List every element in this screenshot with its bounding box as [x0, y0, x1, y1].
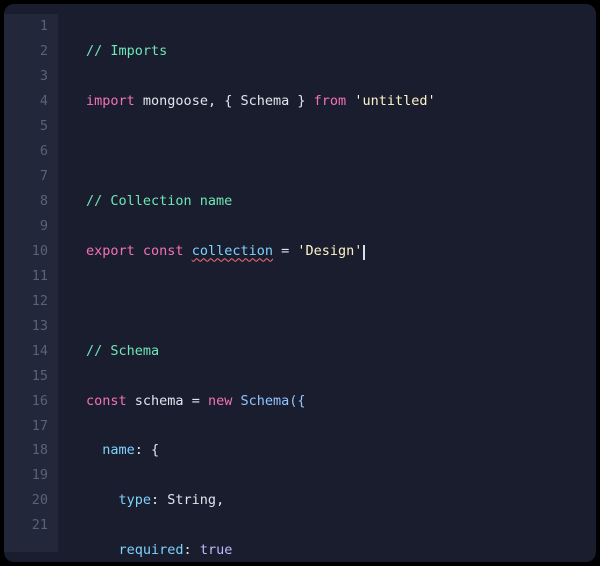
code-line: // Schema — [86, 339, 484, 364]
line-number: 7 — [18, 164, 48, 189]
property-type: type — [119, 492, 152, 508]
code-line: name: { — [86, 438, 484, 463]
line-number: 10 — [18, 239, 48, 264]
identifier: mongoose — [143, 93, 208, 109]
line-number: 3 — [18, 64, 48, 89]
line-number: 16 — [18, 389, 48, 414]
comment: // Schema — [86, 343, 159, 359]
code-line: import mongoose, { Schema } from 'untitl… — [86, 89, 484, 114]
code-line: type: String, — [86, 488, 484, 513]
line-number: 17 — [18, 414, 48, 439]
line-number: 14 — [18, 339, 48, 364]
code-area[interactable]: // Imports import mongoose, { Schema } f… — [58, 14, 484, 552]
string-literal: 'Design' — [297, 243, 362, 259]
code-line: // Collection name — [86, 189, 484, 214]
line-number: 13 — [18, 314, 48, 339]
code-line — [86, 289, 484, 314]
line-number: 21 — [18, 513, 48, 538]
comment: // Imports — [86, 43, 167, 59]
identifier: Schema — [240, 93, 289, 109]
code-line — [86, 139, 484, 164]
string-literal: 'untitled' — [354, 93, 435, 109]
code-line: const schema = new Schema({ — [86, 389, 484, 414]
line-number: 1 — [18, 14, 48, 39]
line-number: 20 — [18, 488, 48, 513]
code-line: // Imports — [86, 39, 484, 64]
line-number: 19 — [18, 463, 48, 488]
line-number: 12 — [18, 289, 48, 314]
keyword-import: import — [86, 93, 135, 109]
line-number: 6 — [18, 139, 48, 164]
line-number-gutter: 1 2 3 4 5 6 7 8 9 10 11 12 13 14 15 16 1… — [4, 14, 58, 552]
property-name: name — [102, 442, 135, 458]
keyword-new: new — [208, 393, 232, 409]
text-cursor — [363, 245, 365, 260]
line-number: 11 — [18, 264, 48, 289]
line-number: 15 — [18, 364, 48, 389]
literal-true: true — [200, 542, 233, 558]
line-number: 4 — [18, 89, 48, 114]
code-line: export const collection = 'Design' — [86, 239, 484, 264]
class-constructor: Schema({ — [240, 393, 305, 409]
line-number: 18 — [18, 438, 48, 463]
property-required: required — [119, 542, 184, 558]
line-number: 5 — [18, 114, 48, 139]
line-number: 9 — [18, 214, 48, 239]
comment: // Collection name — [86, 193, 232, 209]
keyword-const: const — [86, 393, 127, 409]
type-string: String — [167, 492, 216, 508]
identifier: schema — [135, 393, 184, 409]
line-number: 8 — [18, 189, 48, 214]
identifier-collection: collection — [192, 243, 273, 259]
keyword-const: const — [143, 243, 184, 259]
code-editor: 1 2 3 4 5 6 7 8 9 10 11 12 13 14 15 16 1… — [4, 4, 596, 562]
keyword-export: export — [86, 243, 135, 259]
line-number: 2 — [18, 39, 48, 64]
keyword-from: from — [314, 93, 347, 109]
code-line: required: true — [86, 538, 484, 562]
